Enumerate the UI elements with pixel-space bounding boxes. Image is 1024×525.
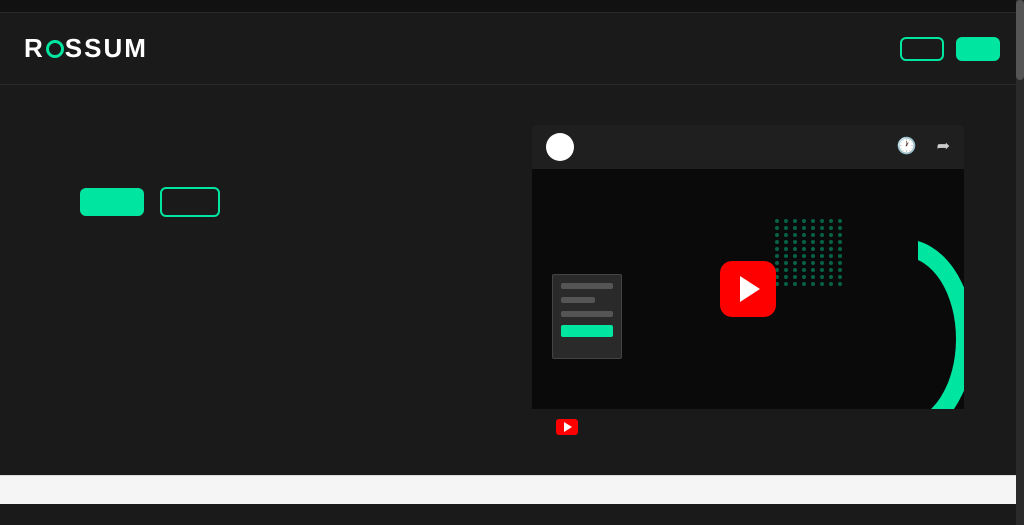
video-container: 🕐 ➦ const grid = document.querySelector(… — [532, 125, 964, 445]
scrollbar[interactable] — [1016, 0, 1024, 525]
video-controls: 🕐 ➦ — [897, 136, 950, 158]
play-button[interactable] — [720, 261, 776, 317]
nav-solutions[interactable] — [222, 41, 250, 57]
doc-line-1 — [561, 283, 613, 289]
video-main[interactable]: const grid = document.querySelector('.do… — [532, 169, 964, 409]
youtube-logo[interactable] — [556, 419, 581, 435]
share-control[interactable]: ➦ — [937, 136, 950, 158]
share-icon: ➦ — [937, 136, 950, 156]
hero-right: 🕐 ➦ const grid = document.querySelector(… — [532, 125, 964, 445]
document-icon-area — [552, 274, 672, 359]
request-demo-button[interactable] — [900, 37, 944, 61]
hero-buttons — [80, 187, 472, 217]
top-utility-bar — [0, 0, 1024, 13]
doc-line-3 — [561, 311, 613, 317]
main-navbar: RSSUM — [0, 13, 1024, 85]
hero-try-free-button[interactable] — [80, 188, 144, 216]
watch-later-icon: 🕐 — [897, 136, 917, 156]
doc-line-2 — [561, 297, 595, 303]
video-rossum-logo — [546, 133, 574, 161]
hero-request-demo-button[interactable] — [160, 187, 220, 217]
watch-later-control[interactable]: 🕐 — [897, 136, 917, 158]
logo-o-icon — [46, 40, 64, 58]
play-triangle-icon — [740, 276, 760, 302]
scrollbar-thumb[interactable] — [1016, 0, 1024, 80]
video-top-bar: 🕐 ➦ — [532, 125, 964, 169]
logo: RSSUM — [24, 33, 148, 64]
logo-container[interactable]: RSSUM — [24, 33, 148, 64]
nav-company[interactable] — [290, 41, 318, 57]
hero-left — [80, 125, 472, 217]
nav-links — [188, 41, 900, 57]
nav-resources[interactable] — [256, 41, 284, 57]
try-it-free-button[interactable] — [956, 37, 1000, 61]
dot-grid-decoration: const grid = document.querySelector('.do… — [775, 219, 844, 286]
teal-arc-decoration — [834, 239, 964, 409]
youtube-play-icon — [564, 422, 572, 432]
video-bottom-bar — [532, 409, 964, 445]
youtube-icon — [556, 419, 578, 435]
document-icon — [552, 274, 622, 359]
nav-buttons — [900, 37, 1000, 61]
doc-line-green — [561, 325, 613, 337]
privacy-bar — [0, 475, 1024, 504]
nav-platform[interactable] — [188, 41, 216, 57]
hero-section: 🕐 ➦ const grid = document.querySelector(… — [0, 85, 1024, 475]
